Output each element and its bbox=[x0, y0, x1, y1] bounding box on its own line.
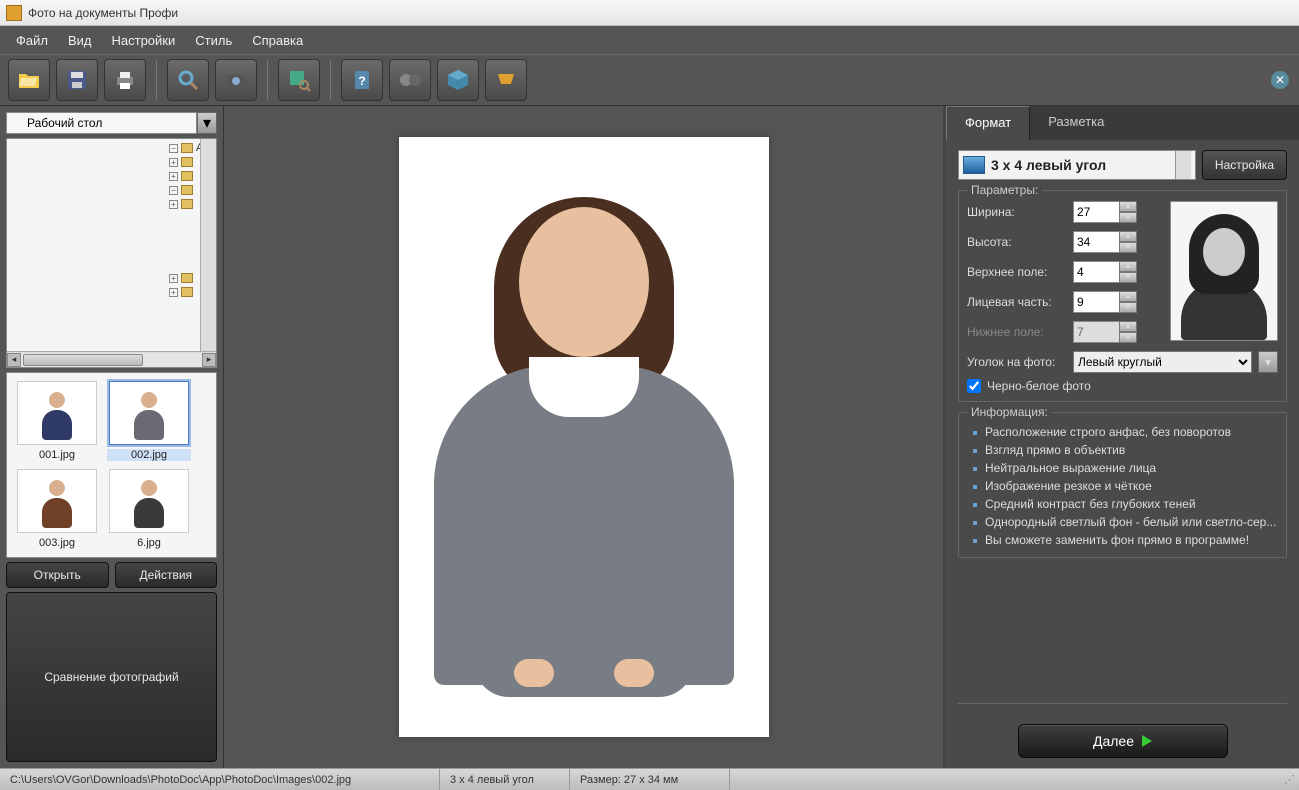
preset-label: 3 x 4 левый угол bbox=[991, 157, 1175, 173]
thumbnail-item[interactable]: 6.jpg bbox=[107, 469, 191, 549]
info-item: Вы сможете заменить фон прямо в программ… bbox=[973, 531, 1278, 549]
info-item: Средний контраст без глубоких теней bbox=[973, 495, 1278, 513]
video-button[interactable] bbox=[389, 59, 431, 101]
width-spinner[interactable]: ▲▼ bbox=[1073, 201, 1137, 223]
height-spinner[interactable]: ▲▼ bbox=[1073, 231, 1137, 253]
thumbnail-item[interactable]: 9.jpg bbox=[15, 557, 99, 558]
info-title: Информация: bbox=[967, 405, 1052, 419]
arrow-right-icon bbox=[1142, 735, 1152, 747]
thumbnail-item[interactable]: 002.jpg bbox=[107, 381, 191, 461]
height-input[interactable] bbox=[1073, 231, 1119, 253]
left-panel: ▾ −Ар + + − + + + ◂▸ 001.jpg 002.jpg 003.j… bbox=[0, 106, 224, 768]
thumbnail-label: 002.jpg bbox=[107, 449, 191, 461]
thumbnail-list: 001.jpg 002.jpg 003.jpg 6.jpg 9.jpg bbox=[6, 372, 217, 558]
help-button[interactable]: ? bbox=[341, 59, 383, 101]
preset-combo[interactable]: 3 x 4 левый угол ▾ bbox=[958, 150, 1196, 180]
print-button[interactable] bbox=[104, 59, 146, 101]
location-dropdown[interactable]: ▾ bbox=[197, 112, 217, 134]
width-label: Ширина: bbox=[967, 205, 1067, 219]
zoom-button[interactable] bbox=[167, 59, 209, 101]
thumbnail-label: 003.jpg bbox=[15, 537, 99, 549]
bottom-label: Нижнее поле: bbox=[967, 325, 1067, 339]
titlebar: Фото на документы Профи bbox=[0, 0, 1299, 26]
thumbnail-item[interactable]: 001.jpg bbox=[15, 381, 99, 461]
package-button[interactable] bbox=[437, 59, 479, 101]
image-search-button[interactable] bbox=[278, 59, 320, 101]
compare-button[interactable]: Сравнение фотографий bbox=[6, 592, 217, 762]
bw-checkbox[interactable] bbox=[967, 379, 981, 393]
thumbnail-label: 001.jpg bbox=[15, 449, 99, 461]
configure-button[interactable]: Настройка bbox=[1202, 150, 1287, 180]
menu-settings[interactable]: Настройки bbox=[102, 29, 186, 52]
menu-help[interactable]: Справка bbox=[242, 29, 313, 52]
window-title: Фото на документы Профи bbox=[28, 6, 178, 20]
close-panel-icon[interactable]: ✕ bbox=[1271, 71, 1289, 89]
status-path: C:\Users\OVGor\Downloads\PhotoDoc\App\Ph… bbox=[0, 769, 440, 790]
next-label: Далее bbox=[1093, 733, 1134, 749]
menu-file[interactable]: Файл bbox=[6, 29, 58, 52]
resize-grip-icon[interactable]: ⋰ bbox=[1284, 773, 1299, 786]
app-icon bbox=[6, 5, 22, 21]
corner-dropdown[interactable]: ▾ bbox=[1258, 351, 1278, 373]
statusbar: C:\Users\OVGor\Downloads\PhotoDoc\App\Ph… bbox=[0, 768, 1299, 790]
tree-vscroll[interactable] bbox=[200, 139, 216, 351]
info-item: Нейтральное выражение лица bbox=[973, 459, 1278, 477]
thumbnail-item[interactable]: 003.jpg bbox=[15, 469, 99, 549]
cart-button[interactable] bbox=[485, 59, 527, 101]
face-spinner[interactable]: ▲▼ bbox=[1073, 291, 1137, 313]
save-button[interactable] bbox=[56, 59, 98, 101]
main-photo[interactable] bbox=[399, 137, 769, 737]
info-group: Информация: Расположение строго анфас, б… bbox=[958, 412, 1287, 558]
corner-label: Уголок на фото: bbox=[967, 355, 1067, 369]
info-item: Расположение строго анфас, без поворотов bbox=[973, 423, 1278, 441]
location-combo[interactable]: ▾ bbox=[6, 112, 217, 134]
preset-dropdown[interactable]: ▾ bbox=[1175, 151, 1191, 179]
top-label: Верхнее поле: bbox=[967, 265, 1067, 279]
next-button[interactable]: Далее bbox=[1018, 724, 1228, 758]
folder-tree[interactable]: −Ар + + − + + + ◂▸ bbox=[6, 138, 217, 368]
right-panel: Формат Разметка 3 x 4 левый угол ▾ Настр… bbox=[943, 106, 1299, 768]
camera-button[interactable] bbox=[215, 59, 257, 101]
top-spinner[interactable]: ▲▼ bbox=[1073, 261, 1137, 283]
bw-label: Черно-белое фото bbox=[987, 379, 1091, 393]
tab-format[interactable]: Формат bbox=[946, 106, 1030, 140]
bottom-input bbox=[1073, 321, 1119, 343]
menu-style[interactable]: Стиль bbox=[185, 29, 242, 52]
tree-hscroll[interactable]: ◂▸ bbox=[7, 351, 216, 367]
svg-text:?: ? bbox=[358, 74, 365, 88]
tab-markup[interactable]: Разметка bbox=[1030, 106, 1122, 140]
corner-select[interactable]: Левый круглый bbox=[1073, 351, 1252, 373]
open-button[interactable]: Открыть bbox=[6, 562, 109, 588]
status-size: Размер: 27 x 34 мм bbox=[570, 769, 730, 790]
menubar: Файл Вид Настройки Стиль Справка bbox=[0, 26, 1299, 54]
preset-icon bbox=[963, 156, 985, 174]
bottom-spinner: ▲▼ bbox=[1073, 321, 1137, 343]
info-item: Однородный светлый фон - белый или светл… bbox=[973, 513, 1278, 531]
height-label: Высота: bbox=[967, 235, 1067, 249]
params-title: Параметры: bbox=[967, 183, 1042, 197]
params-group: Параметры: Ширина: ▲▼ Высота: ▲▼ Верхнее… bbox=[958, 190, 1287, 402]
menu-view[interactable]: Вид bbox=[58, 29, 102, 52]
toolbar: ? ✕ bbox=[0, 54, 1299, 106]
location-input[interactable] bbox=[6, 112, 197, 134]
width-input[interactable] bbox=[1073, 201, 1119, 223]
canvas bbox=[224, 106, 943, 768]
format-preview bbox=[1170, 201, 1278, 341]
open-folder-button[interactable] bbox=[8, 59, 50, 101]
face-input[interactable] bbox=[1073, 291, 1119, 313]
info-item: Взгляд прямо в объектив bbox=[973, 441, 1278, 459]
top-input[interactable] bbox=[1073, 261, 1119, 283]
status-preset: 3 x 4 левый угол bbox=[440, 769, 570, 790]
thumbnail-label: 6.jpg bbox=[107, 537, 191, 549]
face-label: Лицевая часть: bbox=[967, 295, 1067, 309]
actions-button[interactable]: Действия bbox=[115, 562, 218, 588]
info-item: Изображение резкое и чёткое bbox=[973, 477, 1278, 495]
